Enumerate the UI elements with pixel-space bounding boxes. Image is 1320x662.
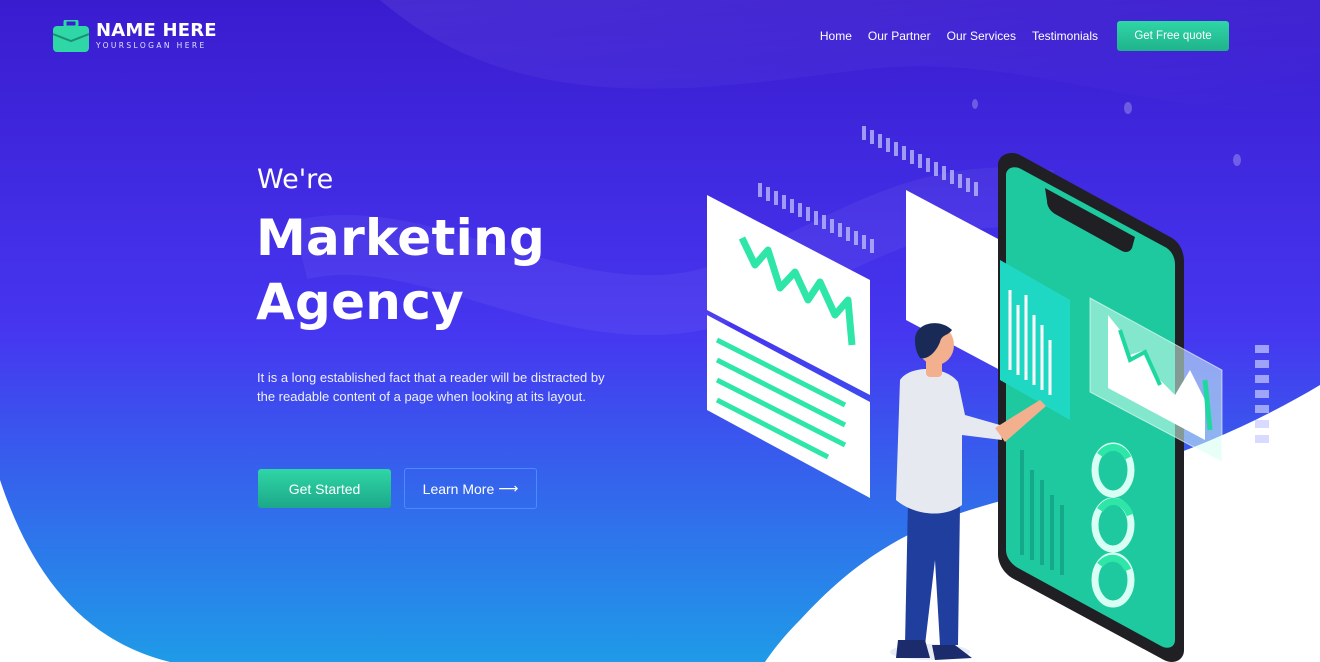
get-started-label: Get Started xyxy=(288,480,361,497)
hero-title-line-1: Marketing xyxy=(256,209,546,267)
nav-link-testimonials[interactable]: Testimonials xyxy=(1032,21,1098,51)
brand-slogan: YOURSLOGAN HERE xyxy=(96,41,207,50)
briefcase-icon xyxy=(53,20,89,52)
get-started-button[interactable]: Get Started xyxy=(258,469,391,508)
brand-logo[interactable]: NAME HERE YOURSLOGAN HERE xyxy=(53,20,217,52)
nav-link-our-services[interactable]: Our Services xyxy=(947,21,1016,51)
hero-pre-title: We're xyxy=(257,164,334,195)
learn-more-button[interactable]: Learn More ⟶ xyxy=(404,468,537,509)
hero-title-line-2: Agency xyxy=(256,273,465,331)
hero-description: It is a long established fact that a rea… xyxy=(257,370,605,404)
main-nav: Home Our Partner Our Services Testimonia… xyxy=(820,21,1229,51)
brand-name: NAME HERE xyxy=(96,20,217,41)
nav-link-our-partner[interactable]: Our Partner xyxy=(868,21,931,51)
hero-title: Marketing Agency xyxy=(256,206,545,334)
nav-link-home[interactable]: Home xyxy=(820,21,852,51)
marketing-illustration xyxy=(707,126,1269,662)
arrow-right-icon: ⟶ xyxy=(498,480,519,496)
learn-more-label: Learn More xyxy=(422,480,495,497)
get-free-quote-button[interactable]: Get Free quote xyxy=(1117,21,1229,51)
